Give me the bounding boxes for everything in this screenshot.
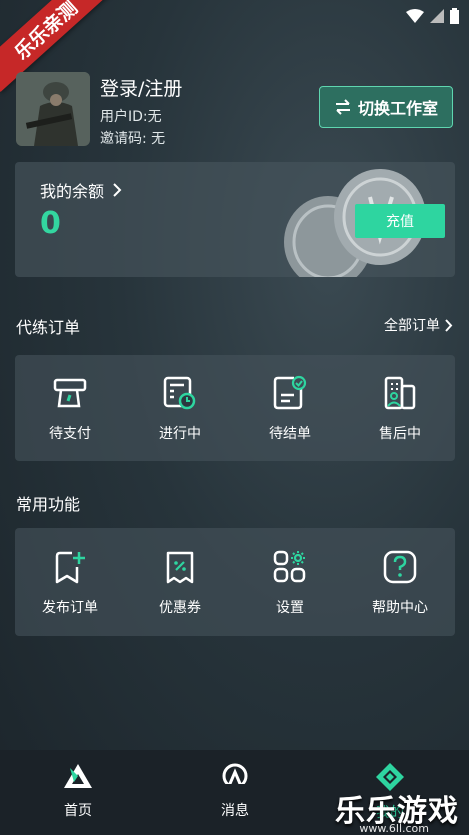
orders-panel: 待支付 进行中 待结单 售后中 xyxy=(15,355,455,461)
order-item-label: 待支付 xyxy=(49,426,91,442)
recharge-button[interactable]: 充值 xyxy=(355,204,445,238)
function-settings[interactable]: 设置 xyxy=(235,528,345,636)
message-icon xyxy=(221,763,249,790)
building-person-icon xyxy=(384,376,416,410)
help-icon xyxy=(383,550,417,584)
function-coupons[interactable]: 优惠券 xyxy=(125,528,235,636)
functions-section-title: 常用功能 xyxy=(16,495,81,514)
tab-home[interactable]: 首页 xyxy=(33,762,123,820)
avatar[interactable] xyxy=(16,72,90,146)
order-awaiting-settlement[interactable]: 待结单 xyxy=(235,355,345,461)
balance-card[interactable]: 我的余额 0 充值 xyxy=(15,162,455,277)
battery-icon xyxy=(450,8,459,24)
balance-value: 0 xyxy=(40,206,61,241)
tab-label: 首页 xyxy=(64,803,92,819)
wallet-icon xyxy=(53,378,87,408)
function-item-label: 设置 xyxy=(276,600,304,616)
order-after-sales[interactable]: 售后中 xyxy=(345,355,455,461)
invite-code: 邀请码: 无 xyxy=(100,131,166,147)
function-publish-order[interactable]: 发布订单 xyxy=(15,528,125,636)
function-help-center[interactable]: 帮助中心 xyxy=(345,528,455,636)
document-check-icon xyxy=(273,375,307,410)
swap-arrows-icon xyxy=(335,99,350,115)
chevron-right-icon xyxy=(113,183,122,197)
settings-grid-icon xyxy=(273,550,306,583)
functions-panel: 发布订单 优惠券 设置 帮助中心 xyxy=(15,528,455,636)
function-item-label: 帮助中心 xyxy=(372,600,428,616)
balance-title-label: 我的余额 xyxy=(40,182,105,201)
profile-header: 登录/注册 用户ID:无 邀请码: 无 切换工作室 xyxy=(16,72,453,148)
function-item-label: 发布订单 xyxy=(42,600,98,616)
publish-order-icon xyxy=(55,551,85,584)
orders-section-title: 代练订单 xyxy=(16,318,81,337)
switch-studio-button[interactable]: 切换工作室 xyxy=(319,86,453,128)
home-logo-icon xyxy=(64,764,92,788)
order-item-label: 待结单 xyxy=(269,426,311,442)
user-id: 用户ID:无 xyxy=(100,109,162,125)
order-in-progress[interactable]: 进行中 xyxy=(125,355,235,461)
watermark-url: www.6ll.com xyxy=(359,822,429,835)
tab-messages[interactable]: 消息 xyxy=(190,762,280,820)
order-item-label: 售后中 xyxy=(379,426,421,442)
switch-studio-label: 切换工作室 xyxy=(357,99,438,118)
wifi-icon xyxy=(406,9,424,23)
function-item-label: 优惠券 xyxy=(159,600,201,616)
signal-icon xyxy=(430,9,444,23)
calculator-clock-icon xyxy=(163,376,196,410)
all-orders-label: 全部订单 xyxy=(384,318,440,334)
tab-label: 消息 xyxy=(221,803,249,819)
order-item-label: 进行中 xyxy=(159,426,201,442)
chevron-right-icon xyxy=(445,318,453,332)
all-orders-link[interactable]: 全部订单 xyxy=(384,315,453,335)
coupon-icon xyxy=(166,551,194,584)
balance-title[interactable]: 我的余额 xyxy=(40,178,122,202)
login-register-link[interactable]: 登录/注册 xyxy=(100,74,182,101)
order-pending-payment[interactable]: 待支付 xyxy=(15,355,125,461)
